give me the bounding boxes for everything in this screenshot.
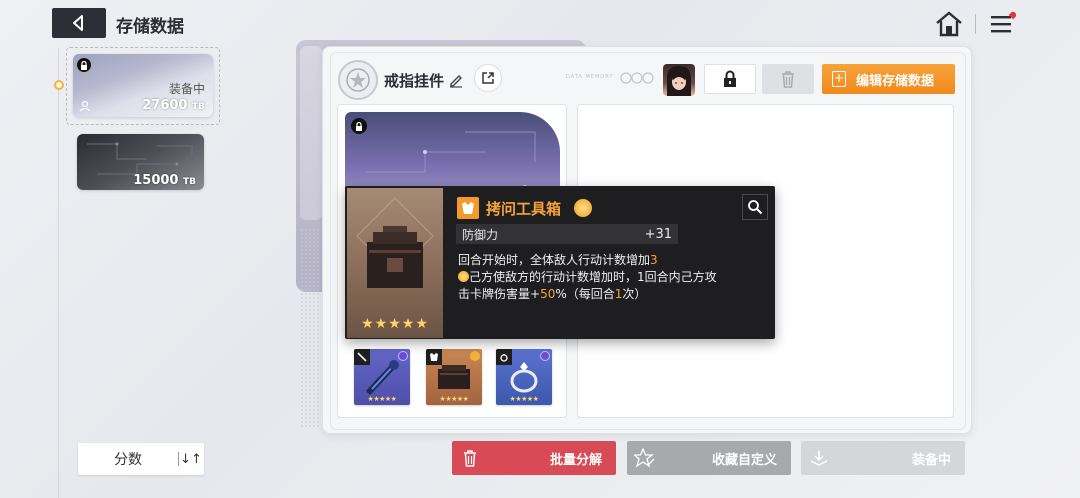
batch-disassemble-label: 批量分解 xyxy=(549,452,602,468)
armor-icon xyxy=(457,197,479,219)
menu-icon xyxy=(991,10,1018,33)
equipment-slot-weapon[interactable]: ★★★★★ xyxy=(354,349,410,405)
search-icon xyxy=(748,200,763,215)
effect-line-3: 击卡牌伤害量+50%（每回合1次） xyxy=(458,287,647,301)
lock-icon xyxy=(77,58,91,72)
trash-icon xyxy=(782,71,794,88)
inspect-button[interactable] xyxy=(742,194,768,220)
rank-icon xyxy=(458,271,469,282)
slot-score: 15000 TB xyxy=(133,173,196,188)
sort-button[interactable]: 分数 ↓↑ xyxy=(78,443,204,475)
star-emblem-icon xyxy=(346,68,370,92)
equipment-stars: ★★★★★ xyxy=(367,395,397,403)
home-icon[interactable] xyxy=(935,11,963,37)
item-name: 拷问工具箱 xyxy=(486,200,562,218)
effect-line-1: 回合开始时，全体敌人行动计数增加3 xyxy=(458,253,658,267)
share-icon xyxy=(482,72,494,84)
menu-button[interactable] xyxy=(990,10,1018,36)
selected-indicator xyxy=(54,80,64,90)
dot-pattern xyxy=(300,228,320,428)
delete-button[interactable] xyxy=(762,64,814,94)
pencil-icon[interactable] xyxy=(448,72,464,88)
stat-name: 防御力 xyxy=(462,227,499,242)
slot-score: 27600 TB xyxy=(142,98,205,113)
back-panel-stripe xyxy=(300,46,322,220)
storage-slot-1[interactable]: 装备中 27600 TB xyxy=(73,54,213,117)
trash-icon xyxy=(464,450,476,467)
lock-icon xyxy=(351,118,367,134)
slot-status: 装备中 xyxy=(168,82,205,96)
equipment-stars: ★★★★★ xyxy=(439,395,469,403)
share-button[interactable] xyxy=(474,64,502,92)
set-emblem xyxy=(338,60,378,100)
batch-disassemble-button[interactable]: 批量分解 xyxy=(452,441,616,475)
timeline-line xyxy=(58,48,59,498)
character-portrait xyxy=(667,66,691,96)
rarity-badge xyxy=(540,351,550,361)
back-button[interactable] xyxy=(52,8,106,38)
favorite-custom-button[interactable]: 收藏自定义 xyxy=(627,441,791,475)
storage-slot-2[interactable]: 15000 TB xyxy=(77,134,204,190)
rank-icon xyxy=(574,199,592,217)
sort-order-icon[interactable]: ↓↑ xyxy=(179,452,203,467)
lock-icon xyxy=(724,70,736,87)
equipped-button[interactable]: 装备中 xyxy=(801,441,965,475)
sort-label: 分数 xyxy=(114,452,142,468)
favorite-custom-label: 收藏自定义 xyxy=(711,452,777,468)
edit-storage-label: 编辑存储数据 xyxy=(856,73,935,89)
equipment-slot-armor[interactable]: ★★★★★ xyxy=(426,349,482,405)
add-icon: + xyxy=(832,71,846,87)
deco-rings xyxy=(620,72,654,84)
item-effect: 回合开始时，全体敌人行动计数增加3 己方使敌方的行动计数增加时，1回合内己方攻 … xyxy=(458,252,768,303)
edit-storage-button[interactable]: + 编辑存储数据 xyxy=(822,64,955,94)
rank-badge xyxy=(470,351,480,361)
equipment-slot-ring[interactable]: ★★★★★ xyxy=(496,349,552,405)
page-title: 存储数据 xyxy=(116,17,184,37)
divider xyxy=(975,14,976,34)
lock-button[interactable] xyxy=(704,64,756,94)
item-art: ★★★★★ xyxy=(347,188,443,338)
stat-value: +31 xyxy=(644,226,672,242)
character-avatar[interactable] xyxy=(663,64,695,96)
deco-text: DATA MEMORY xyxy=(566,74,614,80)
equipped-label: 装备中 xyxy=(911,452,951,468)
arrow-left-icon xyxy=(73,15,83,31)
effect-line-2: 己方使敌方的行动计数增加时，1回合内己方攻 xyxy=(458,269,768,286)
user-icon xyxy=(79,100,91,112)
stat-row: 防御力 +31 xyxy=(456,224,678,244)
rarity-badge xyxy=(398,351,408,361)
equipment-stars: ★★★★★ xyxy=(509,395,539,403)
star-edit-icon xyxy=(634,448,655,468)
equip-icon xyxy=(810,451,828,466)
item-stars: ★★★★★ xyxy=(361,316,429,332)
set-name: 戒指挂件 xyxy=(384,72,445,90)
